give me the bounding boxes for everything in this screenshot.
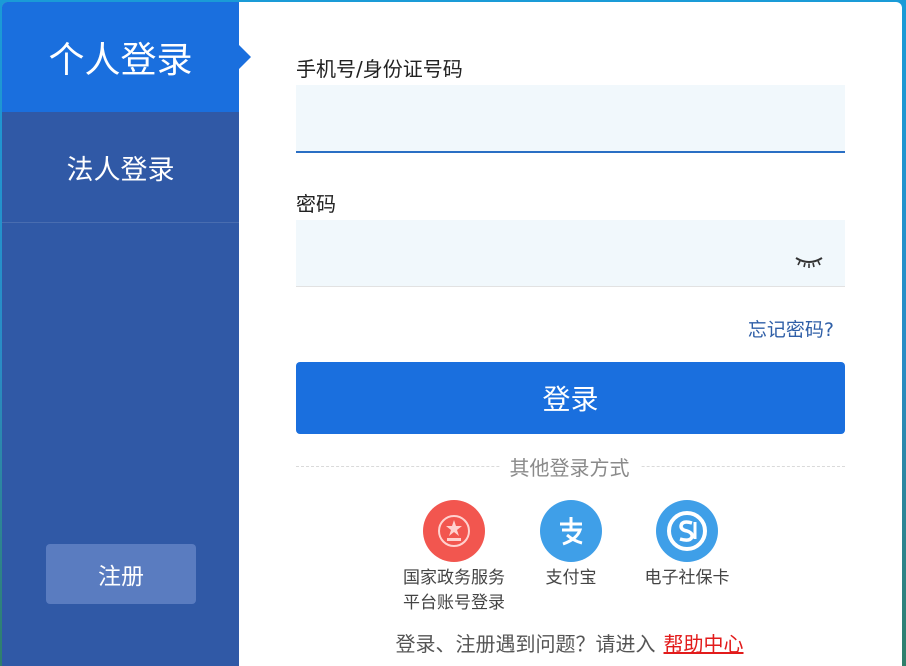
tab-personal-login[interactable]: 个人登录 <box>2 2 251 112</box>
social-security-card-login[interactable]: 电子社保卡 <box>632 500 742 591</box>
forgot-password-link[interactable]: 忘记密码? <box>748 315 834 342</box>
password-input[interactable] <box>296 220 845 287</box>
alipay-login[interactable]: 支付宝 <box>521 500 621 591</box>
tab-personal-login-label: 个人登录 <box>48 40 193 81</box>
login-form: 手机号/身份证号码 密码 忘记密码? 登录 其他登录方式 国家政务服务 平台账号… <box>239 2 902 666</box>
phone-id-input[interactable] <box>296 85 845 153</box>
national-platform-label-line2: 平台账号登录 <box>403 593 505 613</box>
other-login-title: 其他登录方式 <box>239 452 900 481</box>
eye-closed-icon[interactable] <box>794 254 824 270</box>
help-center-link[interactable]: 帮助中心 <box>664 632 744 656</box>
phone-field-label: 手机号/身份证号码 <box>296 57 463 81</box>
social-security-card-label: 电子社保卡 <box>644 568 730 588</box>
help-prompt: 登录、注册遇到问题？请进入 <box>395 632 656 656</box>
login-card: 个人登录 法人登录 注册 手机号/身份证号码 密码 忘记密码? 登录 其他登录方… <box>2 2 902 666</box>
register-button[interactable]: 注册 <box>46 544 196 604</box>
social-security-card-icon <box>656 500 718 562</box>
tab-legal-person-login[interactable]: 法人登录 <box>2 112 239 223</box>
alipay-label: 支付宝 <box>545 568 597 588</box>
help-text: 登录、注册遇到问题？请进入 帮助中心 <box>239 628 900 657</box>
national-platform-label-line1: 国家政务服务 <box>403 568 505 588</box>
tab-legal-person-login-label: 法人登录 <box>66 154 175 186</box>
national-platform-login[interactable]: 国家政务服务 平台账号登录 <box>394 500 514 616</box>
alipay-icon <box>540 500 602 562</box>
login-type-sidebar: 个人登录 法人登录 注册 <box>2 2 251 666</box>
password-field-label: 密码 <box>296 192 336 216</box>
login-button[interactable]: 登录 <box>296 362 845 434</box>
national-emblem-icon <box>423 500 485 562</box>
